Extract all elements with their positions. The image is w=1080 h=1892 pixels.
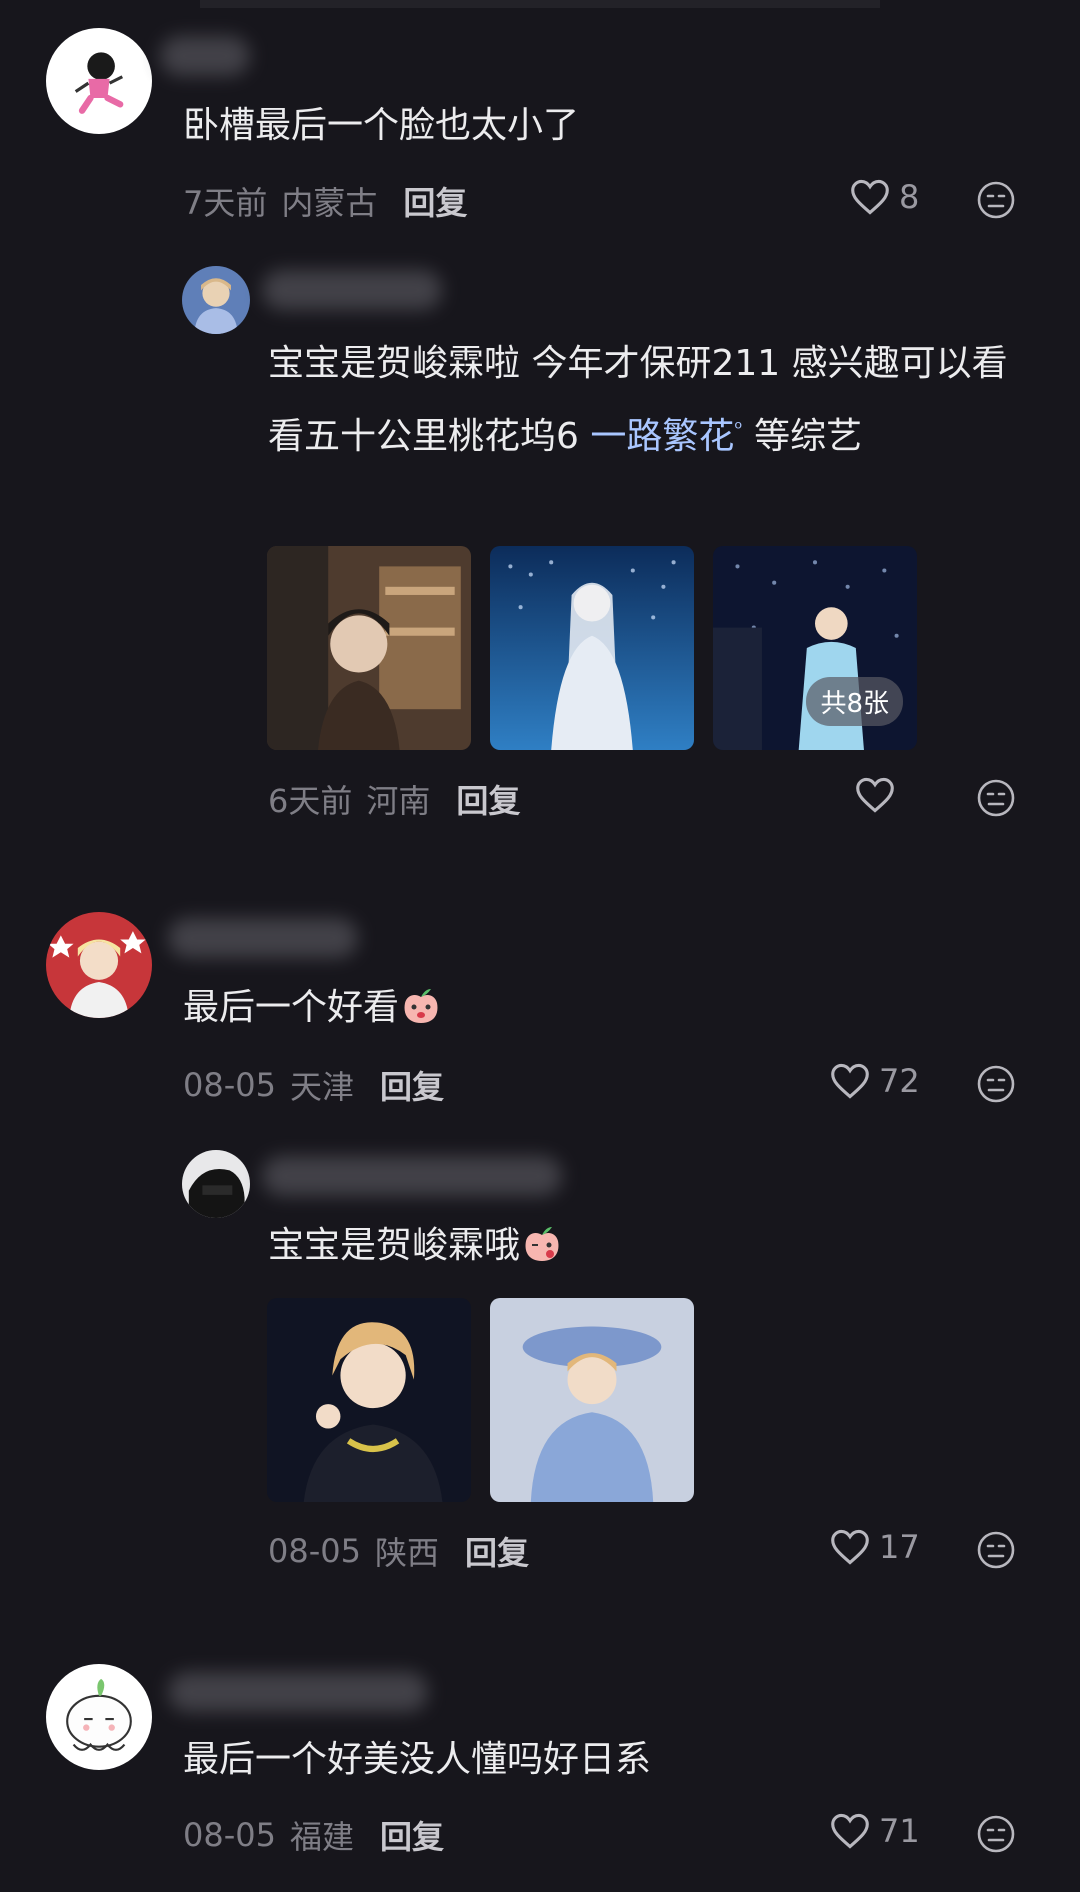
reply-location: 陕西 bbox=[374, 1534, 439, 1572]
reply-button[interactable]: 回复 bbox=[380, 1812, 444, 1858]
peach-emoji-icon bbox=[520, 1221, 564, 1265]
like-button[interactable]: 8 bbox=[849, 178, 919, 216]
heart-outline-icon bbox=[831, 1813, 869, 1849]
emoji-face-icon bbox=[977, 1065, 1015, 1103]
emoji-face-icon bbox=[977, 1531, 1015, 1569]
comment-location: 内蒙古 bbox=[281, 184, 378, 222]
heart-outline-icon bbox=[851, 179, 889, 215]
emoji-reaction-button[interactable] bbox=[976, 180, 1016, 220]
emoji-reaction-button[interactable] bbox=[976, 1814, 1016, 1854]
reply-text: 宝宝是贺峻霖啦 今年才保研211 感兴趣可以看看五十公里桃花坞6 一路繁花ᵒ 等… bbox=[268, 343, 1008, 457]
reply-button[interactable]: 回复 bbox=[403, 178, 467, 224]
avatar[interactable] bbox=[46, 28, 152, 134]
top-divider bbox=[200, 0, 880, 8]
reply-button[interactable]: 回复 bbox=[465, 1528, 529, 1574]
like-button[interactable]: 71 bbox=[829, 1812, 920, 1850]
heart-outline-icon bbox=[831, 1063, 869, 1099]
like-count: 71 bbox=[879, 1812, 920, 1850]
reply-avatar[interactable] bbox=[182, 266, 250, 334]
peach-emoji-icon bbox=[399, 983, 443, 1027]
emoji-reaction-button[interactable] bbox=[976, 1064, 1016, 1104]
comment-location: 福建 bbox=[289, 1818, 354, 1856]
reply-time: 08-05 bbox=[268, 1532, 361, 1570]
reply-image[interactable]: 共8张 bbox=[713, 546, 917, 750]
reply-avatar[interactable] bbox=[182, 1150, 250, 1218]
like-button[interactable]: 17 bbox=[829, 1528, 920, 1566]
comment-time: 08-05 bbox=[183, 1066, 276, 1104]
reply-time: 6天前 bbox=[268, 782, 353, 820]
reply-text: 宝宝是贺峻霖哦 bbox=[268, 1214, 564, 1278]
like-count: 17 bbox=[879, 1528, 920, 1566]
emoji-reaction-button[interactable] bbox=[976, 778, 1016, 818]
reply-username-hidden[interactable] bbox=[262, 270, 442, 310]
reply-meta: 08-05 陕西 回复 bbox=[268, 1528, 529, 1574]
comment-time: 7天前 bbox=[183, 184, 268, 222]
reply-button[interactable]: 回复 bbox=[456, 776, 520, 822]
emoji-face-icon bbox=[977, 181, 1015, 219]
image-count-badge: 共8张 bbox=[806, 677, 903, 726]
comment-location: 天津 bbox=[289, 1068, 354, 1106]
search-mark-icon: ᵒ bbox=[734, 416, 743, 440]
emoji-reaction-button[interactable] bbox=[976, 1530, 1016, 1570]
emoji-face-icon bbox=[977, 779, 1015, 817]
reply-image[interactable] bbox=[267, 1298, 471, 1502]
like-button[interactable]: 72 bbox=[829, 1062, 920, 1100]
username-hidden[interactable] bbox=[168, 918, 358, 958]
like-button[interactable] bbox=[854, 776, 904, 814]
reply-button[interactable]: 回复 bbox=[380, 1062, 444, 1108]
like-count: 72 bbox=[879, 1062, 920, 1100]
reply-username-hidden[interactable] bbox=[262, 1156, 562, 1196]
username-hidden[interactable] bbox=[160, 36, 250, 76]
comment-meta: 08-05 天津 回复 bbox=[183, 1062, 444, 1108]
emoji-face-icon bbox=[977, 1815, 1015, 1853]
heart-outline-icon bbox=[856, 777, 894, 813]
reply-image[interactable] bbox=[267, 546, 471, 750]
comment-text: 最后一个好看 bbox=[183, 976, 443, 1040]
comment-text: 卧槽最后一个脸也太小了 bbox=[183, 105, 580, 146]
reply-meta: 6天前 河南 回复 bbox=[268, 776, 520, 822]
comment-list: 卧槽最后一个脸也太小了 7天前 内蒙古 回复 8 宝宝是贺峻霖啦 今年才保研21… bbox=[0, 0, 1080, 1892]
username-hidden[interactable] bbox=[168, 1672, 428, 1712]
heart-outline-icon bbox=[831, 1529, 869, 1565]
avatar[interactable] bbox=[46, 1664, 152, 1770]
comment-time: 08-05 bbox=[183, 1816, 276, 1854]
comment-text: 最后一个好美没人懂吗好日系 bbox=[183, 1739, 652, 1780]
reply-location: 河南 bbox=[366, 782, 431, 820]
comment-meta: 08-05 福建 回复 bbox=[183, 1812, 444, 1858]
reply-image[interactable] bbox=[490, 1298, 694, 1502]
comment-meta: 7天前 内蒙古 回复 bbox=[183, 178, 467, 224]
avatar[interactable] bbox=[46, 912, 152, 1018]
reply-image[interactable] bbox=[490, 546, 694, 750]
like-count: 8 bbox=[899, 178, 920, 216]
search-link[interactable]: 一路繁花ᵒ bbox=[590, 416, 742, 457]
